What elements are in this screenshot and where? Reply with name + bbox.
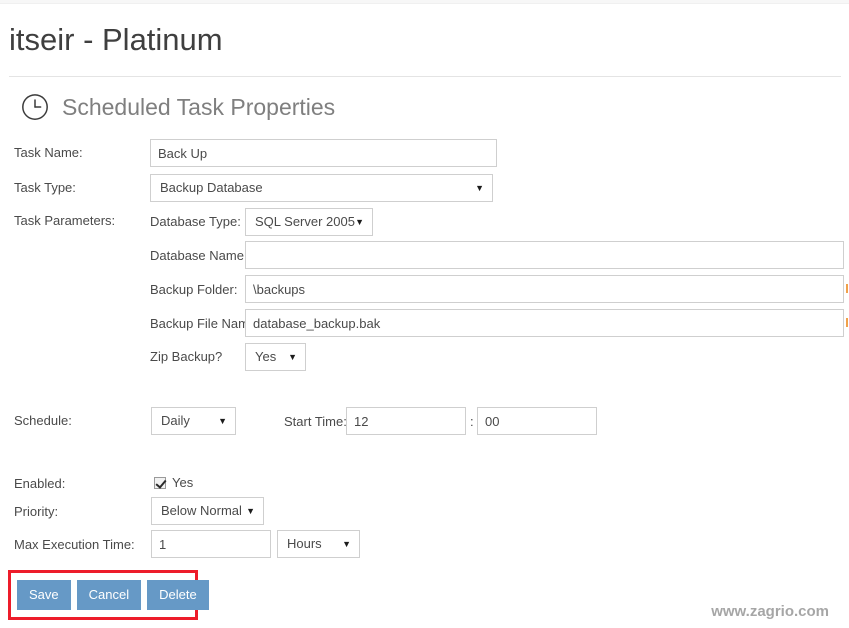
max-execution-time-input[interactable] [151, 530, 271, 558]
chevron-down-icon: ▼ [342, 539, 351, 549]
enabled-checkbox[interactable] [154, 476, 166, 489]
action-buttons: Save Cancel Delete [17, 580, 209, 610]
backup-folder-label: Backup Folder: [150, 282, 238, 297]
max-execution-time-unit-select[interactable]: Hours ▼ [277, 530, 360, 558]
chevron-down-icon: ▼ [475, 183, 484, 193]
save-button[interactable]: Save [17, 580, 71, 610]
zip-backup-label: Zip Backup? [150, 349, 223, 364]
enabled-checkbox-label: Yes [172, 475, 194, 490]
chevron-down-icon: ▼ [355, 217, 364, 227]
start-time-separator: : [470, 414, 474, 429]
schedule-label: Schedule: [14, 413, 72, 428]
task-name-label: Task Name: [14, 145, 83, 160]
database-type-value: SQL Server 2005 [255, 214, 355, 229]
schedule-value: Daily [161, 413, 190, 428]
backup-folder-input[interactable] [245, 275, 844, 303]
task-type-select[interactable]: Backup Database ▼ [150, 174, 493, 202]
priority-select[interactable]: Below Normal ▼ [151, 497, 264, 525]
chevron-down-icon: ▼ [288, 352, 297, 362]
chevron-down-icon: ▼ [246, 506, 255, 516]
enabled-label: Enabled: [14, 476, 66, 491]
start-time-label: Start Time: [284, 414, 347, 429]
task-form: Task Name: Task Type: Backup Database ▼ … [0, 0, 849, 628]
priority-label: Priority: [14, 504, 59, 519]
task-parameters-label: Task Parameters: [14, 213, 116, 228]
start-time-hours-input[interactable] [346, 407, 466, 435]
watermark: www.zagrio.com [711, 603, 829, 620]
start-time-minutes-input[interactable] [477, 407, 597, 435]
cancel-button[interactable]: Cancel [76, 580, 142, 610]
task-type-label: Task Type: [14, 180, 76, 195]
task-type-value: Backup Database [160, 180, 263, 195]
zip-backup-value: Yes [255, 349, 277, 364]
task-name-input[interactable] [150, 139, 497, 167]
schedule-select[interactable]: Daily ▼ [151, 407, 236, 435]
zip-backup-select[interactable]: Yes ▼ [245, 343, 306, 371]
priority-value: Below Normal [161, 503, 242, 518]
max-execution-time-unit-value: Hours [287, 536, 322, 551]
max-execution-time-label: Max Execution Time: [14, 537, 135, 552]
backup-file-name-required-marker [846, 318, 848, 327]
backup-file-name-label: Backup File Name: [150, 316, 260, 331]
scheduled-task-properties-page: itseir - Platinum Scheduled Task Propert… [0, 0, 849, 628]
enabled-checkbox-row[interactable]: Yes [154, 475, 193, 490]
database-type-label: Database Type: [150, 214, 241, 229]
database-name-input[interactable] [245, 241, 844, 269]
backup-file-name-input[interactable] [245, 309, 844, 337]
database-name-label: Database Name: [150, 248, 248, 263]
database-type-select[interactable]: SQL Server 2005 ▼ [245, 208, 373, 236]
backup-folder-required-marker [846, 284, 848, 293]
chevron-down-icon: ▼ [218, 416, 227, 426]
delete-button[interactable]: Delete [147, 580, 209, 610]
